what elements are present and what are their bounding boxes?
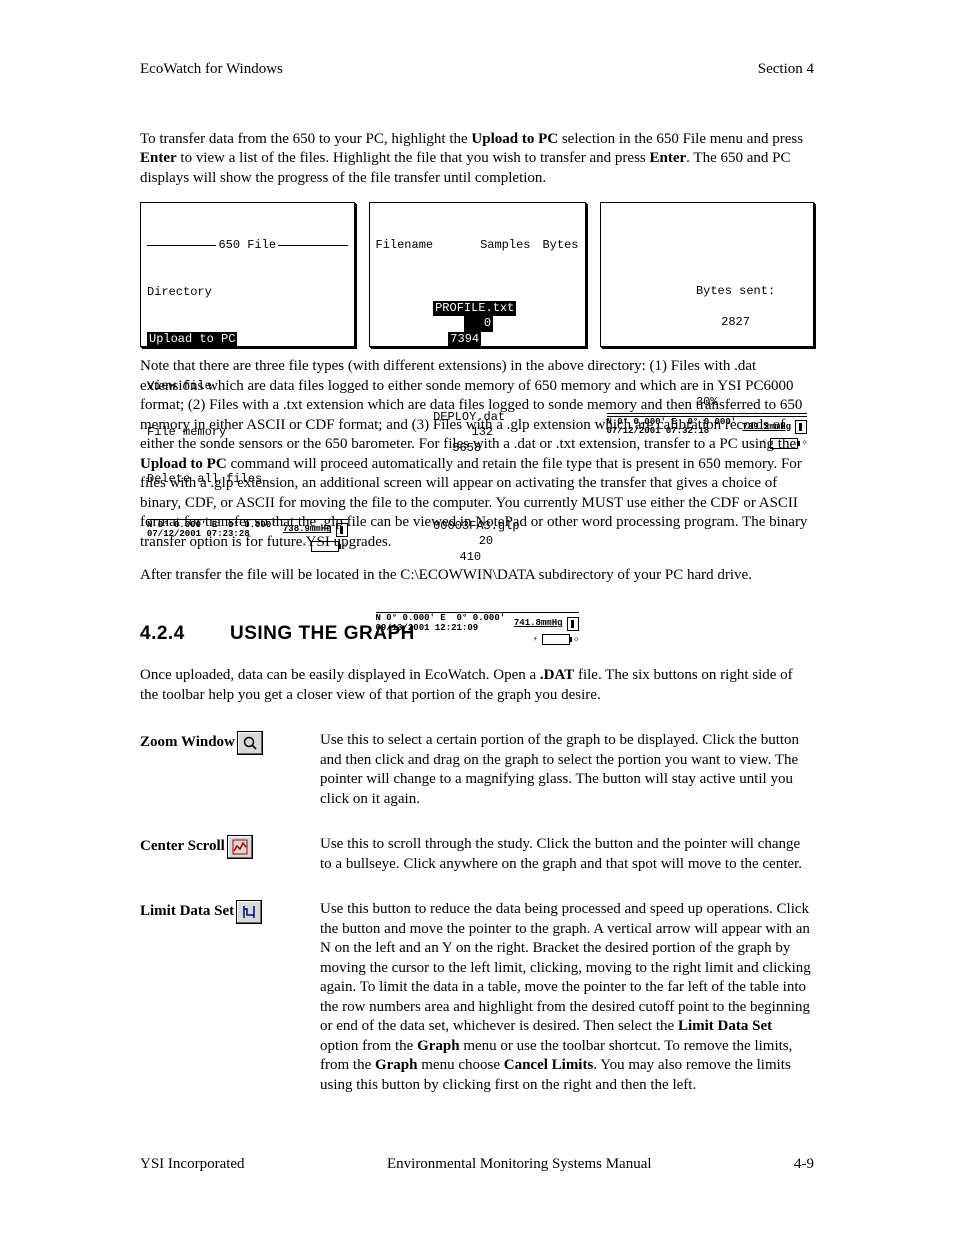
- tool-zoom-window: Zoom Window Use this to select a certain…: [140, 731, 814, 809]
- footer-center: Environmental Monitoring Systems Manual: [387, 1155, 652, 1175]
- menu-item-selected: Upload to PC: [147, 332, 348, 348]
- footer-left: YSI Incorporated: [140, 1155, 245, 1175]
- tool-desc: Use this button to reduce the data being…: [320, 900, 814, 1095]
- tool-desc: Use this to scroll through the study. Cl…: [320, 835, 814, 874]
- lcd-panels-row: 650 File Directory Upload to PC View fil…: [140, 202, 814, 347]
- table-header: Filename Samples Bytes: [376, 238, 579, 254]
- menu-item: Directory: [147, 285, 348, 301]
- battery-icon: [542, 634, 570, 645]
- battery-icon: [770, 438, 798, 449]
- file-list-panel: Filename Samples Bytes PROFILE.txt 0 739…: [369, 202, 586, 347]
- table-row: PROFILE.txt 0 7394: [376, 285, 579, 363]
- header-right: Section 4: [758, 60, 814, 80]
- barometer-icon: [336, 523, 348, 537]
- page-footer: YSI Incorporated Environmental Monitorin…: [140, 1155, 814, 1175]
- footer-right: 4-9: [794, 1155, 814, 1175]
- page-header: EcoWatch for Windows Section 4: [140, 60, 814, 80]
- pressure: 741.8mmHg: [514, 618, 563, 630]
- tool-center-scroll: Center Scroll Use this to scroll through…: [140, 835, 814, 874]
- zoom-window-icon[interactable]: [237, 731, 263, 755]
- barometer-icon: [567, 617, 579, 631]
- bytes-sent-value: 2827: [721, 315, 750, 329]
- transfer-progress-panel: Bytes sent: 2827 30% N 0° 0.000' E 0° 0.…: [600, 202, 815, 347]
- battery-icon: [311, 541, 339, 552]
- file-types-paragraph: Note that there are three file types (wi…: [140, 357, 814, 552]
- after-transfer-paragraph: After transfer the file will be located …: [140, 566, 814, 586]
- file-menu-panel: 650 File Directory Upload to PC View fil…: [140, 202, 355, 347]
- graph-intro-paragraph: Once uploaded, data can be easily displa…: [140, 666, 814, 705]
- limit-data-set-icon[interactable]: [236, 900, 262, 924]
- intro-paragraph: To transfer data from the 650 to your PC…: [140, 130, 814, 189]
- tool-desc: Use this to select a certain portion of …: [320, 731, 814, 809]
- tool-limit-data-set: Limit Data Set Use this button to reduce…: [140, 900, 814, 1095]
- center-scroll-icon[interactable]: [227, 835, 253, 859]
- barometer-icon: [795, 420, 807, 434]
- header-left: EcoWatch for Windows: [140, 60, 283, 80]
- menu-title: 650 File: [147, 238, 348, 254]
- bytes-sent-label: Bytes sent:: [696, 284, 775, 298]
